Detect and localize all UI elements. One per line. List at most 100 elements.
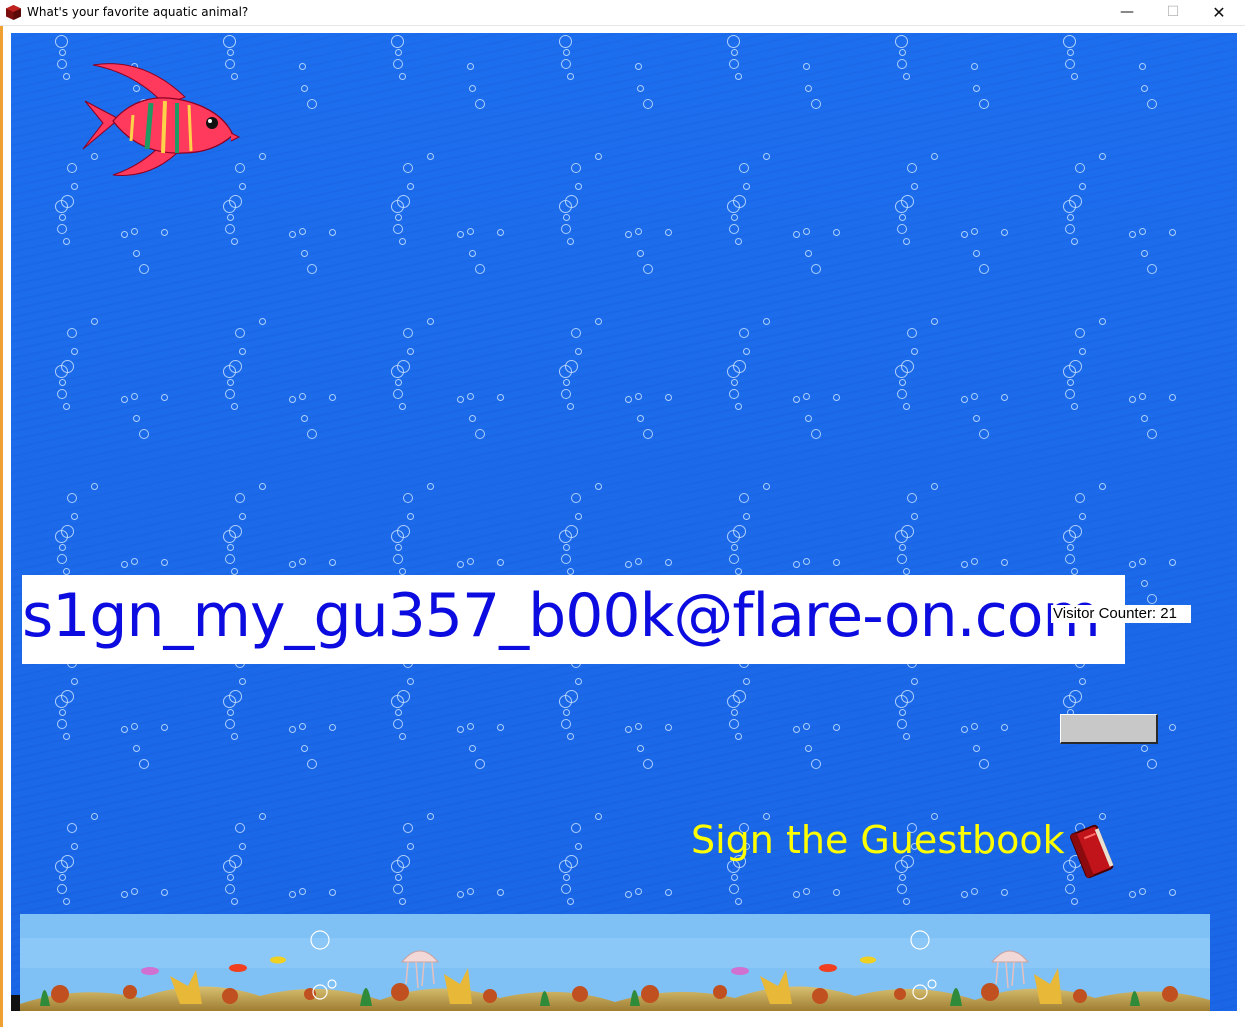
background-bubble (931, 483, 938, 490)
window-left-edge (0, 26, 3, 1027)
background-bubble (55, 860, 68, 873)
background-bubble (395, 379, 402, 386)
background-bubble (973, 85, 980, 92)
background-bubble (903, 403, 910, 410)
background-bubble (57, 59, 67, 69)
background-bubble (1071, 568, 1078, 575)
background-bubble (563, 49, 570, 56)
background-bubble (231, 733, 238, 740)
background-bubble (743, 513, 750, 520)
gray-button[interactable] (1060, 714, 1158, 744)
background-bubble (289, 726, 296, 733)
background-bubble (223, 860, 236, 873)
background-bubble (805, 745, 812, 752)
background-bubble (161, 229, 168, 236)
background-bubble (403, 493, 413, 503)
background-bubble (307, 99, 317, 109)
background-bubble (71, 678, 78, 685)
background-bubble (391, 35, 404, 48)
background-bubble (1129, 396, 1136, 403)
background-bubble (391, 860, 404, 873)
background-bubble (139, 429, 149, 439)
background-bubble (1139, 558, 1146, 565)
background-bubble (299, 63, 306, 70)
maximize-button[interactable]: ☐ (1150, 0, 1196, 25)
background-bubble (1139, 63, 1146, 70)
background-bubble (427, 813, 434, 820)
background-bubble (911, 513, 918, 520)
minimize-button[interactable]: — (1104, 0, 1150, 25)
background-bubble (561, 59, 571, 69)
background-bubble (575, 348, 582, 355)
background-bubble (895, 695, 908, 708)
background-bubble (59, 709, 66, 716)
background-bubble (239, 348, 246, 355)
background-bubble (731, 214, 738, 221)
background-bubble (223, 695, 236, 708)
background-bubble (131, 723, 138, 730)
background-bubble (1063, 200, 1076, 213)
background-bubble (161, 394, 168, 401)
background-bubble (625, 726, 632, 733)
background-bubble (903, 73, 910, 80)
background-bubble (427, 153, 434, 160)
background-bubble (301, 250, 308, 257)
background-bubble (899, 49, 906, 56)
background-bubble (567, 568, 574, 575)
sign-guestbook-link[interactable]: Sign the Guestbook (691, 818, 1065, 862)
background-bubble (391, 365, 404, 378)
background-bubble (635, 63, 642, 70)
background-bubble (559, 200, 572, 213)
background-bubble (391, 530, 404, 543)
background-bubble (57, 884, 67, 894)
background-bubble (393, 59, 403, 69)
window-title: What's your favorite aquatic animal? (27, 5, 249, 19)
background-bubble (1071, 898, 1078, 905)
red-book-icon[interactable] (1068, 822, 1118, 882)
background-bubble (731, 544, 738, 551)
background-bubble (57, 719, 67, 729)
background-bubble (259, 483, 266, 490)
background-bubble (1067, 544, 1074, 551)
background-bubble (239, 678, 246, 685)
background-bubble (805, 250, 812, 257)
background-bubble (289, 231, 296, 238)
background-bubble (971, 63, 978, 70)
background-bubble (729, 224, 739, 234)
close-button[interactable]: ✕ (1196, 0, 1242, 25)
background-bubble (571, 163, 581, 173)
background-bubble (131, 558, 138, 565)
background-bubble (931, 153, 938, 160)
background-bubble (727, 35, 740, 48)
background-bubble (559, 35, 572, 48)
background-bubble (225, 389, 235, 399)
background-bubble (55, 365, 68, 378)
background-bubble (811, 759, 821, 769)
background-bubble (1099, 483, 1106, 490)
background-bubble (897, 59, 907, 69)
background-bubble (973, 745, 980, 752)
background-bubble (457, 231, 464, 238)
background-bubble (739, 493, 749, 503)
background-bubble (805, 415, 812, 422)
background-bubble (811, 99, 821, 109)
background-bubble (407, 348, 414, 355)
background-bubble (1099, 813, 1106, 820)
background-bubble (399, 733, 406, 740)
background-bubble (561, 884, 571, 894)
background-bubble (971, 888, 978, 895)
background-bubble (63, 568, 70, 575)
background-bubble (731, 874, 738, 881)
background-bubble (299, 558, 306, 565)
background-bubble (595, 813, 602, 820)
background-bubble (903, 733, 910, 740)
background-bubble (161, 559, 168, 566)
background-bubble (743, 348, 750, 355)
background-bubble (475, 99, 485, 109)
background-bubble (897, 224, 907, 234)
background-bubble (911, 348, 918, 355)
background-bubble (227, 214, 234, 221)
background-bubble (1139, 228, 1146, 235)
background-bubble (561, 554, 571, 564)
background-bubble (575, 183, 582, 190)
